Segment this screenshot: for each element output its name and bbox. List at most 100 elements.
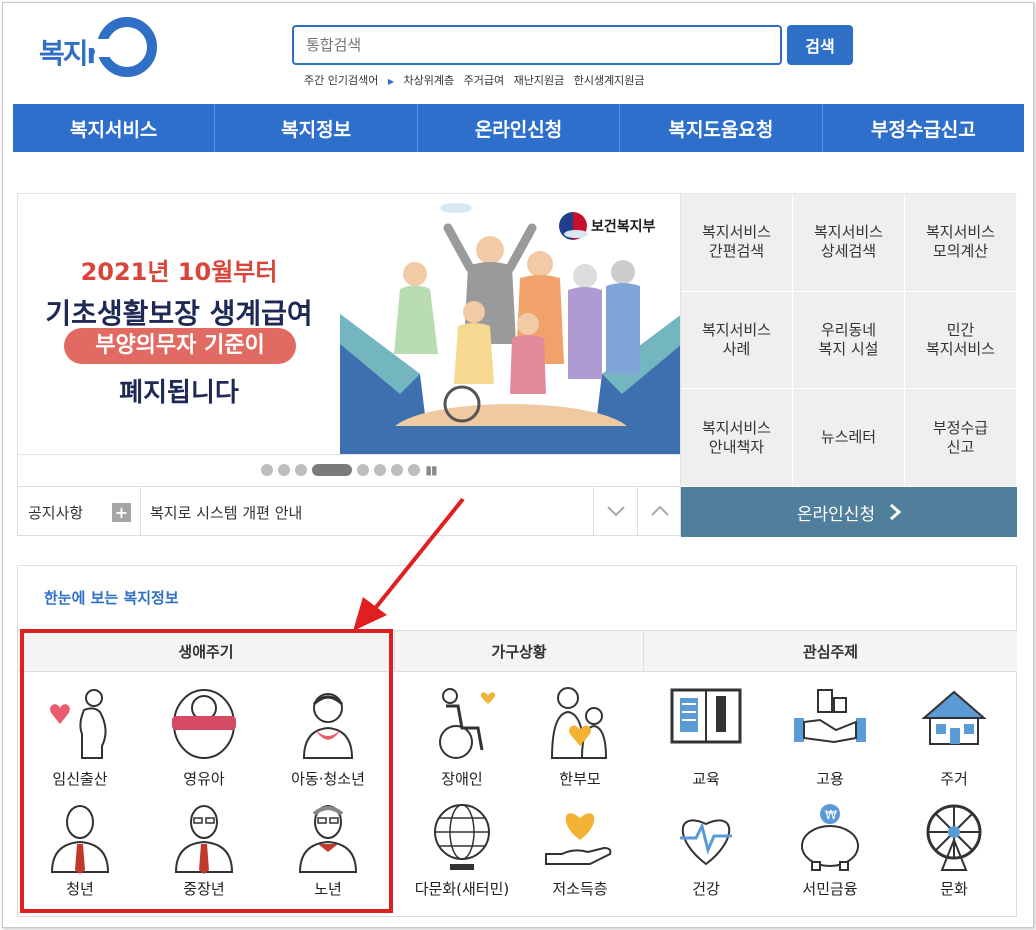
tab-household[interactable]: 가구상황 [394, 630, 643, 672]
nav-welfare-info[interactable]: 복지정보 [215, 104, 418, 152]
life-label: 중장년 [183, 880, 225, 898]
triangle-right-icon: ▶ [387, 77, 394, 86]
svg-text:₩: ₩ [825, 808, 837, 822]
popular-keyword[interactable]: 한시생계지원금 [574, 74, 645, 87]
household-disabled[interactable]: 장애인 [400, 684, 524, 789]
grid-local-facility[interactable]: 우리동네 복지 시설 [793, 291, 905, 390]
grid-mock-calc[interactable]: 복지서비스 모의계산 [905, 194, 1017, 292]
middle-age-icon [174, 805, 234, 874]
slide-dot[interactable] [295, 464, 308, 476]
banner-line-4: 폐지됩니다 [119, 378, 239, 408]
search-input[interactable] [294, 27, 780, 63]
search-button[interactable]: 검색 [787, 25, 853, 65]
life-label: 임신출산 [52, 770, 108, 788]
slide-dot[interactable] [408, 464, 421, 476]
slide-dot[interactable] [391, 464, 404, 476]
grid-cases[interactable]: 복지서비스 사례 [681, 291, 793, 390]
search-field[interactable] [292, 25, 782, 65]
popular-keyword[interactable]: 차상위계층 [404, 74, 455, 87]
life-label: 노년 [314, 880, 342, 898]
pause-icon[interactable]: ▮▮ [425, 463, 437, 477]
household-single-parent[interactable]: 한부모 [518, 684, 642, 789]
family-illustration [340, 203, 680, 454]
slide-dot[interactable] [261, 464, 274, 476]
grid-simple-search[interactable]: 복지서비스 간편검색 [681, 194, 793, 292]
life-label: 청년 [66, 880, 94, 898]
popular-keyword[interactable]: 주거급여 [464, 74, 504, 87]
life-young-adult[interactable]: 청년 [18, 800, 142, 899]
wheelchair-icon [439, 688, 496, 759]
grid-private-service[interactable]: 민간 복지서비스 [905, 291, 1017, 390]
grid-guidebook[interactable]: 복지서비스 안내책자 [681, 389, 793, 487]
tab-life-cycle[interactable]: 생애주기 [18, 630, 394, 672]
topic-health[interactable]: 건강 [644, 800, 768, 899]
household-label: 장애인 [441, 770, 483, 788]
life-infant[interactable]: 영유아 [142, 684, 266, 789]
service-grid: 복지서비스 간편검색 복지서비스 상세검색 복지서비스 모의계산 복지서비스 사… [681, 193, 1017, 487]
topic-label: 건강 [692, 880, 720, 898]
topic-finance[interactable]: ₩ 서민금융 [768, 800, 892, 899]
nav-fraud-report[interactable]: 부정수급신고 [823, 104, 1024, 152]
banner-slider-controls: ▮▮ [17, 455, 681, 485]
slide-dot[interactable] [374, 464, 387, 476]
heart-pulse-icon [680, 819, 732, 866]
piggy-bank-icon: ₩ [801, 804, 859, 871]
house-icon [921, 690, 987, 745]
household-label: 한부모 [559, 770, 601, 788]
topic-education[interactable]: 교육 [644, 684, 768, 789]
tab-topics[interactable]: 관심주제 [643, 630, 1017, 672]
nav-online-apply[interactable]: 온라인신청 [418, 104, 621, 152]
notice-item[interactable]: 복지로 시스템 개편 안내 [150, 502, 302, 523]
svg-text:복지r: 복지r [39, 37, 101, 70]
life-label: 영유아 [183, 770, 225, 788]
infant-icon [172, 689, 236, 759]
grid-newsletter[interactable]: 뉴스레터 [793, 389, 905, 487]
life-child-youth[interactable]: 아동·청소년 [266, 684, 390, 789]
pregnancy-icon [50, 689, 107, 759]
child-icon [302, 693, 354, 759]
chevron-up-icon[interactable] [637, 487, 681, 535]
life-elderly[interactable]: 노년 [266, 800, 390, 899]
life-label: 아동·청소년 [291, 770, 365, 788]
online-apply-button[interactable]: 온라인신청 [681, 487, 1017, 537]
topic-label: 서민금융 [802, 880, 858, 898]
topic-label: 주거 [940, 770, 968, 788]
slide-dot[interactable] [357, 464, 370, 476]
household-multicultural[interactable]: 다문화(새터민) [400, 800, 524, 899]
nav-help-request[interactable]: 복지도움요청 [620, 104, 823, 152]
welfare-info-section: 한눈에 보는 복지정보 생애주기 가구상황 관심주제 임신출산 영유아 아동·청… [17, 565, 1017, 917]
popular-keyword[interactable]: 재난지원금 [514, 74, 565, 87]
topic-employment[interactable]: 고용 [768, 684, 892, 789]
chevron-down-icon[interactable] [593, 487, 637, 535]
grid-detail-search[interactable]: 복지서비스 상세검색 [793, 194, 905, 292]
main-banner[interactable]: 2021년 10월부터 기초생활보장 생계급여 부양의무자 기준이 폐지됩니다 … [17, 193, 681, 455]
book-icon [670, 688, 742, 744]
young-adult-icon [50, 805, 110, 874]
bokjiro-logo[interactable]: 복지r [35, 17, 157, 79]
topic-label: 교육 [692, 770, 720, 788]
online-apply-label: 온라인신청 [796, 504, 876, 525]
slide-dot[interactable] [278, 464, 291, 476]
single-parent-icon [550, 687, 608, 759]
life-pregnancy[interactable]: 임신출산 [18, 684, 142, 789]
notice-bar: 공지사항 + 복지로 시스템 개편 안내 [17, 486, 681, 536]
topic-culture[interactable]: 문화 [892, 800, 1016, 899]
globe-icon [434, 804, 490, 870]
plus-icon[interactable]: + [112, 503, 131, 522]
chevron-right-icon [890, 503, 902, 521]
banner-line-2: 기초생활보장 생계급여 [45, 297, 313, 330]
notice-label: 공지사항 [28, 504, 84, 522]
banner-line-3: 부양의무자 기준이 [64, 328, 296, 364]
main-nav: 복지서비스 복지정보 온라인신청 복지도움요청 부정수급신고 [13, 104, 1024, 152]
handshake-icon [794, 689, 866, 744]
topic-housing[interactable]: 주거 [892, 684, 1016, 789]
household-label: 저소득층 [552, 880, 608, 898]
grid-fraud-report[interactable]: 부정수급 신고 [905, 389, 1017, 487]
divider [140, 487, 141, 535]
topic-label: 고용 [816, 770, 844, 788]
life-middle-age[interactable]: 중장년 [142, 800, 266, 899]
household-low-income[interactable]: 저소득층 [518, 800, 642, 899]
household-label: 다문화(새터민) [414, 880, 510, 898]
nav-welfare-services[interactable]: 복지서비스 [13, 104, 216, 152]
slide-dot-active[interactable] [312, 464, 353, 476]
